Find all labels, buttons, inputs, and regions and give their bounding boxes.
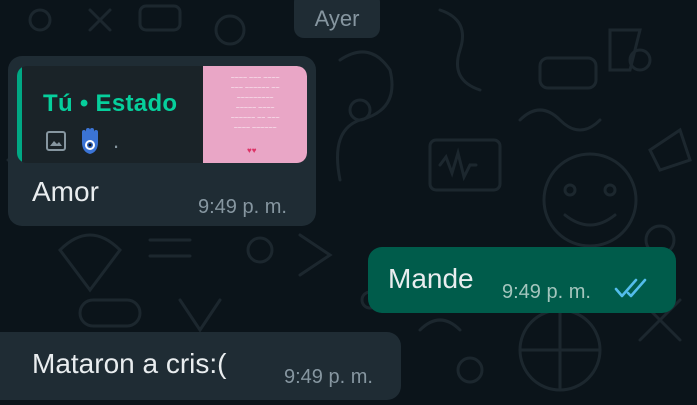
- thumbnail-hearts: ♥♥: [247, 146, 257, 155]
- quote-media-row: .: [45, 128, 119, 154]
- image-icon: [46, 131, 66, 151]
- thumbnail-artwork: ~~~~ ~~~ ~~~~ ~~~ ~~~~~~ ~~ ~~~~~~~~~ ~~~~~…: [230, 75, 280, 132]
- hamsa-icon: [82, 128, 98, 154]
- message-bubble-incoming[interactable]: Tú • Estado . ~~~~ ~~~ ~~~~ ~~~ ~~~~~~ ~~…: [8, 56, 316, 226]
- date-separator: Ayer: [294, 0, 380, 38]
- message-bubble-incoming[interactable]: Mataron a cris:( 9:49 p. m.: [0, 332, 401, 400]
- message-text: Mande: [388, 263, 474, 294]
- status-thumbnail[interactable]: ~~~~ ~~~ ~~~~ ~~~ ~~~~~~ ~~ ~~~~~~~~~ ~~~~~…: [203, 66, 307, 163]
- quote-trailing-text: .: [113, 128, 120, 153]
- message-bubble-outgoing[interactable]: Mande 9:49 p. m.: [368, 247, 676, 313]
- message-time: 9:49 p. m.: [198, 196, 287, 218]
- quoted-status-reply[interactable]: Tú • Estado . ~~~~ ~~~ ~~~~ ~~~ ~~~~~~ ~~…: [17, 66, 307, 163]
- message-time: 9:49 p. m.: [284, 366, 373, 388]
- quote-author: Tú • Estado: [43, 90, 178, 117]
- message-text: Amor: [32, 176, 99, 207]
- chat-view[interactable]: Ayer Tú • Estado . ~~~~ ~~~ ~~~~ ~~~ ~~~…: [0, 0, 697, 405]
- quote-accent-bar: [17, 66, 22, 163]
- message-time: 9:49 p. m.: [502, 281, 591, 303]
- double-check-read-icon: [614, 278, 647, 298]
- message-text: Mataron a cris:(: [32, 348, 227, 379]
